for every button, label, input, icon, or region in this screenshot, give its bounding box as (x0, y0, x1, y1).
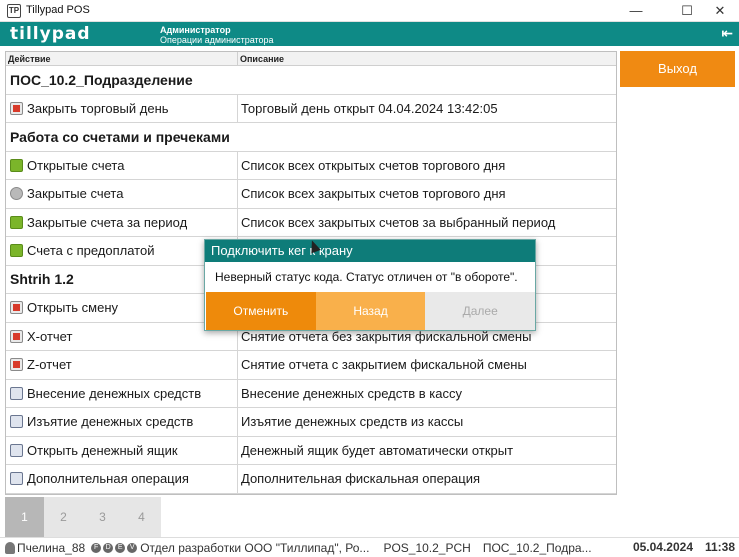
x-report-icon (10, 329, 23, 343)
close-day-icon (10, 101, 23, 115)
logout-icon[interactable]: ⇤ (721, 25, 733, 42)
status-bar: Пчелина_88 F D E V Отдел разработки ООО … (0, 537, 739, 557)
table-header: Действие Описание (6, 52, 616, 66)
tillypad-logo: tillypad (10, 24, 91, 44)
table-row[interactable]: Открытые счета Список всех открытых счет… (6, 151, 616, 180)
page-button-2[interactable]: 2 (44, 497, 83, 537)
row-label: Закрыть торговый день (27, 100, 169, 116)
status-company: Отдел разработки ООО "Тиллипад", Ро... (140, 540, 370, 555)
maximize-button[interactable]: ☐ (670, 0, 704, 22)
badge-f-icon: F (91, 542, 102, 553)
row-label: Дополнительная операция (27, 471, 189, 487)
z-report-icon (10, 358, 23, 372)
page-button-3[interactable]: 3 (83, 497, 122, 537)
group-row: Работа со счетами и пречеками (6, 123, 616, 152)
column-header-description: Описание (240, 54, 285, 64)
open-shift-icon (10, 301, 23, 315)
status-terminal: POS_10.2_PCH (383, 540, 471, 555)
row-label: X-отчет (27, 328, 73, 344)
status-date: 05.04.2024 (632, 540, 693, 554)
row-label: Открытые счета (27, 157, 125, 173)
cash-drawer-icon (10, 443, 23, 457)
row-description: Внесение денежных средств в кассу (241, 385, 462, 401)
user-icon (5, 541, 15, 554)
row-label: Закрытые счета (27, 186, 124, 202)
prepaid-bills-icon (10, 244, 23, 258)
window-title: Tillypad POS (26, 4, 90, 16)
open-bills-icon (10, 158, 23, 172)
row-description: Список всех закрытых счетов торгового дн… (241, 186, 506, 202)
status-time: 11:38 (704, 540, 735, 554)
dialog-title: Подключить кег к крану (205, 240, 535, 262)
table-row[interactable]: Закрытые счета за период Список всех зак… (6, 208, 616, 237)
column-header-action: Действие (6, 52, 238, 65)
row-label: Счета с предоплатой (27, 243, 155, 259)
table-row[interactable]: Изъятие денежных средств Изъятие денежны… (6, 408, 616, 437)
row-description: Изъятие денежных средств из кассы (241, 414, 464, 430)
user-name: Администратор (160, 25, 231, 35)
row-description: Список всех открытых счетов торгового дн… (241, 157, 506, 173)
group-row: ПОС_10.2_Подразделение (6, 66, 616, 95)
row-description: Торговый день открыт 04.04.2024 13:42:05 (241, 100, 498, 116)
table-row[interactable]: Закрыть торговый день Торговый день откр… (6, 94, 616, 123)
row-label: Закрытые счета за период (27, 214, 188, 230)
row-label: Открыть смену (27, 300, 119, 316)
table-row[interactable]: Внесение денежных средств Внесение денеж… (6, 379, 616, 408)
row-label: Изъятие денежных средств (27, 414, 194, 430)
table-row[interactable]: Закрытые счета Список всех закрытых счет… (6, 180, 616, 209)
app-header: tillypad Администратор Операции админист… (0, 22, 739, 46)
user-role: Операции администратора (160, 35, 274, 45)
row-description: Денежный ящик будет автоматически открыт (241, 442, 514, 458)
cash-out-icon (10, 415, 23, 429)
page-button-1[interactable]: 1 (5, 497, 44, 537)
next-button[interactable]: Далее (425, 292, 536, 330)
keg-connect-dialog: Подключить кег к крану Неверный статус к… (204, 239, 536, 331)
closed-bills-period-icon (10, 215, 23, 229)
page-selector: 1 2 3 4 (5, 497, 161, 537)
closed-bills-icon (10, 187, 23, 201)
dialog-buttons: Отменить Назад Далее (206, 292, 536, 330)
status-user: Пчелина_88 (17, 540, 86, 555)
row-label: Открыть денежный ящик (27, 442, 178, 458)
window-title-bar: TP Tillypad POS — ☐ ✕ (0, 0, 739, 22)
table-row[interactable]: Открыть денежный ящик Денежный ящик буде… (6, 436, 616, 465)
back-button[interactable]: Назад (315, 292, 426, 330)
row-description: Дополнительная фискальная операция (241, 471, 481, 487)
table-row[interactable]: Дополнительная операция Дополнительная ф… (6, 465, 616, 494)
exit-button[interactable]: Выход (620, 51, 735, 87)
row-description: Снятие отчета с закрытием фискальной сме… (241, 357, 527, 373)
minimize-button[interactable]: — (619, 0, 653, 22)
row-label: Внесение денежных средств (27, 385, 202, 401)
badge-e-icon: E (115, 542, 126, 553)
badge-d-icon: D (103, 542, 114, 553)
extra-operation-icon (10, 472, 23, 486)
badge-v-icon: V (127, 542, 138, 553)
close-window-button[interactable]: ✕ (703, 0, 737, 22)
group-label: Работа со счетами и пречеками (10, 128, 230, 145)
cash-in-icon (10, 386, 23, 400)
tillypad-app-icon: TP (7, 4, 21, 18)
row-description: Список всех закрытых счетов за выбранный… (241, 214, 556, 230)
cancel-button[interactable]: Отменить (206, 292, 316, 330)
group-label: ПОС_10.2_Подразделение (10, 71, 193, 88)
table-row[interactable]: Z-отчет Снятие отчета с закрытием фискал… (6, 351, 616, 380)
row-label: Z-отчет (27, 357, 72, 373)
status-subdivision: ПОС_10.2_Подра... (482, 540, 592, 555)
page-button-4[interactable]: 4 (122, 497, 161, 537)
dialog-message: Неверный статус кода. Статус отличен от … (215, 270, 518, 284)
